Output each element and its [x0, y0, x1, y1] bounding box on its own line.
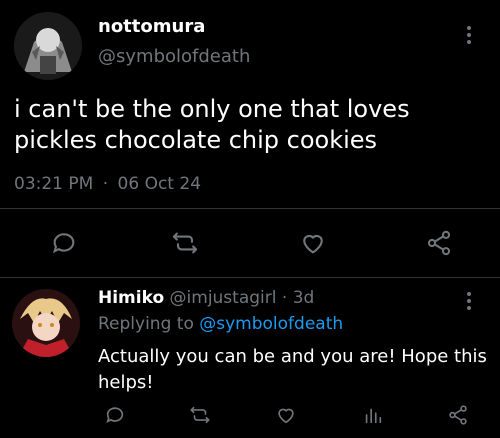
mention-link[interactable]: @symbolofdeath [199, 314, 343, 334]
tweet-time: 03:21 PM [14, 174, 94, 194]
heart-icon[interactable] [269, 398, 303, 432]
heart-icon[interactable] [296, 226, 330, 260]
avatar[interactable] [14, 12, 82, 80]
reply-author-name[interactable]: Himiko [98, 288, 164, 308]
meta-separator: · [102, 174, 109, 194]
replying-prefix: Replying to [98, 314, 194, 334]
comment-icon[interactable] [98, 398, 132, 432]
author-name[interactable]: nottomura [98, 16, 205, 37]
retweet-icon[interactable] [183, 398, 217, 432]
avatar[interactable] [12, 289, 80, 357]
tweet-timestamp[interactable]: 03:21 PM · 06 Oct 24 [14, 174, 201, 194]
reply-text: Actually you can be and you are! Hope th… [98, 346, 487, 393]
divider [0, 208, 500, 209]
reply-header: Himiko @imjustagirl · 3d [98, 288, 314, 308]
more-vertical-icon[interactable] [466, 292, 472, 310]
bar-chart-icon[interactable] [356, 398, 390, 432]
share-icon[interactable] [441, 398, 475, 432]
share-icon[interactable] [422, 226, 456, 260]
tweet-date: 06 Oct 24 [117, 174, 202, 194]
tweet-text: i can't be the only one that loves pickl… [14, 95, 410, 154]
reply-age[interactable]: 3d [293, 288, 315, 308]
retweet-icon[interactable] [168, 226, 202, 260]
comment-icon[interactable] [47, 226, 81, 260]
reply-author-handle[interactable]: @imjustagirl [170, 288, 277, 308]
more-vertical-icon[interactable] [466, 26, 472, 44]
replying-to: Replying to @symbolofdeath [98, 314, 343, 334]
divider [0, 277, 500, 278]
author-handle[interactable]: @symbolofdeath [98, 46, 250, 67]
meta-separator: · [281, 288, 288, 308]
